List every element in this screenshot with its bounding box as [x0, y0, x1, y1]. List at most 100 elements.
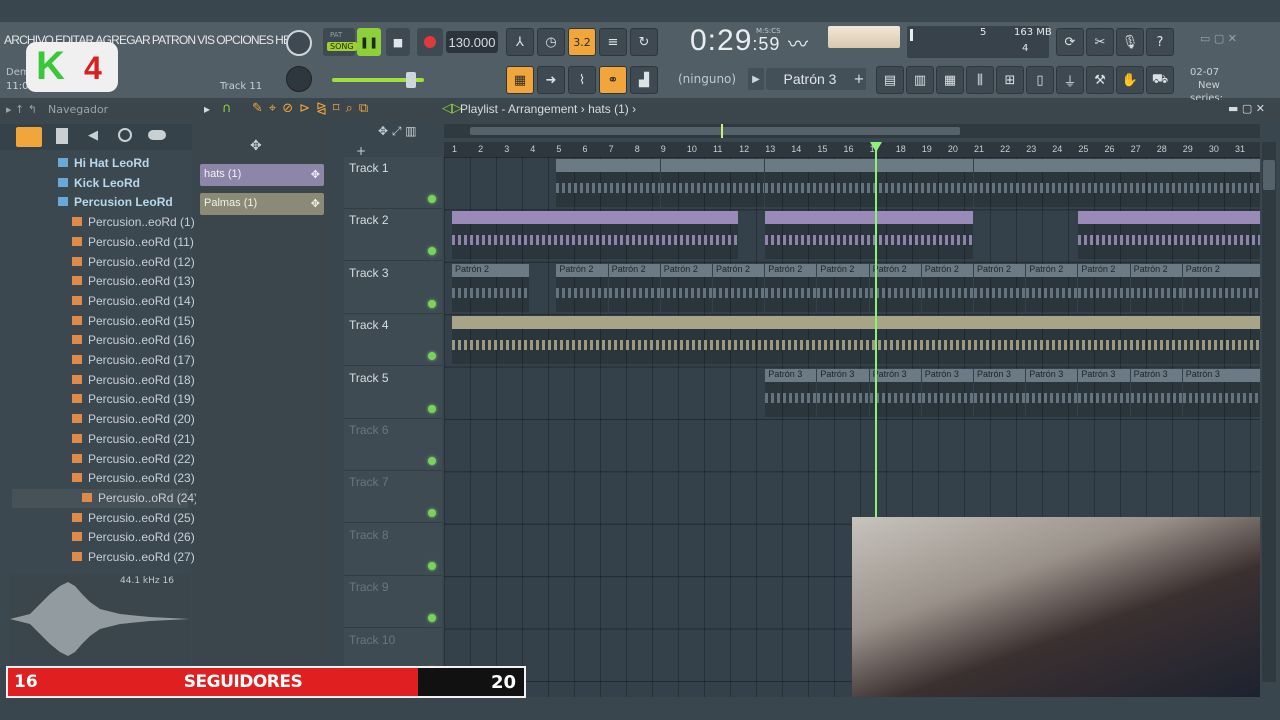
- browser-file[interactable]: Percusio..eoRd (15): [72, 312, 195, 331]
- metronome-icon[interactable]: ⅄: [506, 28, 534, 56]
- track-enable-led[interactable]: [428, 299, 436, 308]
- playlist-clip[interactable]: Patrón 2: [974, 263, 1026, 312]
- master-pitch-knob[interactable]: [286, 66, 312, 92]
- playlist-clip[interactable]: Patrón 2: [713, 263, 765, 312]
- browser-file[interactable]: Percusio..eoRd (25): [72, 509, 195, 528]
- playlist-clip[interactable]: [556, 159, 660, 207]
- browser-toggle-icon[interactable]: ⊞: [996, 66, 1024, 94]
- browser-folder[interactable]: Kick LeoRd: [58, 174, 188, 193]
- add-pattern-icon[interactable]: +: [852, 68, 866, 90]
- record-button[interactable]: [417, 28, 443, 56]
- browser-file[interactable]: Percusio..eoRd (23): [72, 469, 195, 488]
- vertical-scrollbar[interactable]: [1262, 142, 1276, 682]
- snap-select[interactable]: (ninguno): [678, 68, 736, 90]
- browser-file[interactable]: Percusio..eoRd (17): [72, 351, 195, 370]
- link-icon[interactable]: ⚭: [599, 66, 627, 94]
- step-edit-icon[interactable]: ≡: [599, 28, 627, 56]
- plugin-icon[interactable]: ▯: [1026, 66, 1054, 94]
- playlist-window-controls[interactable]: ▬ ▢ ✕: [1228, 102, 1265, 115]
- track-header[interactable]: Track 2: [344, 209, 442, 262]
- arrow-icon[interactable]: ➜: [537, 66, 565, 94]
- browser-speaker-icon[interactable]: ◀: [88, 128, 98, 143]
- cut-icon[interactable]: ✂: [1086, 28, 1114, 56]
- pattern-selector[interactable]: Patrón 3: [766, 68, 854, 90]
- track-enable-led[interactable]: [428, 561, 436, 570]
- browser-file[interactable]: Percusio..eoRd (16): [72, 331, 195, 350]
- browser-file[interactable]: Percusio..eoRd (12): [72, 253, 195, 272]
- playhead[interactable]: [874, 150, 877, 520]
- playlist-tools-icon[interactable]: ✎⌖⊘⊳⧎⌑⌕⧉: [252, 101, 374, 116]
- zoom-tools-icon[interactable]: ✥ ⤢ ▥: [378, 124, 417, 139]
- playlist-clip[interactable]: [452, 211, 739, 260]
- tempo-display[interactable]: 130.000: [446, 31, 498, 53]
- playlist-clip[interactable]: Patrón 3: [1130, 368, 1182, 417]
- playlist-clip[interactable]: Patrón 3: [765, 368, 817, 417]
- vertical-scroll-thumb[interactable]: [1263, 160, 1275, 190]
- playlist-clip[interactable]: Patrón 2: [1182, 263, 1261, 312]
- playlist-clip[interactable]: [660, 159, 765, 207]
- browser-all-icon[interactable]: [16, 127, 42, 147]
- horizontal-scroll-thumb[interactable]: [470, 127, 960, 135]
- track-enable-led[interactable]: [428, 614, 436, 623]
- undo-icon[interactable]: ⟳: [1056, 28, 1084, 56]
- hand-icon[interactable]: ✋: [1116, 66, 1144, 94]
- browser-file[interactable]: Percusio..eoRd (18): [72, 371, 195, 390]
- browser-file[interactable]: Percusio..eoRd (19): [72, 390, 195, 409]
- playlist-icon[interactable]: ▤: [876, 66, 904, 94]
- playlist-clip[interactable]: Patrón 3: [869, 368, 921, 417]
- track-header[interactable]: Track 4: [344, 314, 442, 367]
- browser-file[interactable]: Percusio..eoRd (13): [72, 272, 195, 291]
- browser-nav-arrows[interactable]: ▸ ↑ ↰: [6, 103, 37, 116]
- playlist-clip[interactable]: [974, 159, 1261, 207]
- tools-icon[interactable]: ⚒: [1086, 66, 1114, 94]
- track-header[interactable]: Track 3: [344, 262, 442, 314]
- browser-file[interactable]: Percusio..eoRd (22): [72, 450, 195, 469]
- browser-folder[interactable]: Percusion LeoRd: [58, 193, 188, 212]
- browser-file[interactable]: Percusio..eoRd (26): [72, 528, 195, 547]
- playlist-clip[interactable]: Patrón 2: [1026, 263, 1078, 312]
- playlist-clip[interactable]: [765, 159, 973, 207]
- piano-roll-window-icon[interactable]: ▥: [906, 66, 934, 94]
- playlist-play-icon[interactable]: ◁▷: [442, 101, 462, 116]
- pause-button[interactable]: ❚❚: [357, 28, 381, 56]
- playlist-clip[interactable]: Patrón 2: [921, 263, 973, 312]
- playlist-menu-icon[interactable]: ▸: [204, 102, 210, 116]
- add-track-icon[interactable]: +: [356, 144, 366, 158]
- picker-clip-palmas[interactable]: Palmas (1) ✥: [200, 193, 324, 215]
- loop-record-icon[interactable]: ↻: [630, 28, 658, 56]
- playlist-clip[interactable]: Patrón 3: [1182, 368, 1261, 417]
- playlist-clip[interactable]: Patrón 3: [921, 368, 973, 417]
- browser-file[interactable]: Percusio..oRd (24): [12, 488, 198, 508]
- track-header[interactable]: Track 6: [344, 419, 442, 471]
- track-enable-led[interactable]: [428, 457, 436, 465]
- mixer-icon[interactable]: ⫼: [966, 66, 994, 94]
- plug-icon[interactable]: ⏚: [1056, 66, 1084, 94]
- stamp-icon[interactable]: ▟: [630, 66, 658, 94]
- magnet-icon[interactable]: ∩: [222, 101, 232, 116]
- playlist-clip[interactable]: Patrón 2: [1130, 263, 1182, 312]
- browser-file-icon[interactable]: [56, 128, 68, 144]
- browser-file[interactable]: Percusio..eoRd (11): [72, 233, 194, 252]
- playlist-clip[interactable]: Patrón 3: [1078, 368, 1130, 417]
- track-enable-led[interactable]: [428, 352, 436, 361]
- wait-input-icon[interactable]: ◷: [537, 28, 565, 56]
- track-enable-led[interactable]: [428, 509, 436, 518]
- browser-folder[interactable]: Hi Hat LeoRd: [58, 154, 188, 173]
- menu-options[interactable]: OPCIONES: [216, 33, 274, 47]
- playhead-marker[interactable]: [869, 142, 882, 152]
- menu-view[interactable]: VIS: [197, 33, 215, 47]
- countdown-button[interactable]: 3.2: [568, 28, 596, 56]
- playlist-clip[interactable]: [1078, 211, 1261, 260]
- track-header[interactable]: Track 8: [344, 524, 442, 576]
- browser-file[interactable]: Percusio..eoRd (20): [72, 410, 195, 429]
- track-header[interactable]: Track 1: [344, 157, 442, 209]
- playlist-clip[interactable]: Patrón 3: [817, 368, 869, 417]
- playlist-clip[interactable]: Patrón 2: [765, 263, 817, 312]
- stop-button[interactable]: ■: [386, 28, 410, 56]
- browser-plugin-icon[interactable]: [118, 128, 132, 142]
- microphone-icon[interactable]: 🎙: [1116, 28, 1144, 56]
- pattern-prev-icon[interactable]: ▶: [748, 68, 764, 90]
- playlist-clip[interactable]: Patrón 2: [608, 263, 660, 312]
- browser-cloud-icon[interactable]: [148, 130, 166, 140]
- browser-file[interactable]: Percusion..eoRd (1): [72, 213, 195, 232]
